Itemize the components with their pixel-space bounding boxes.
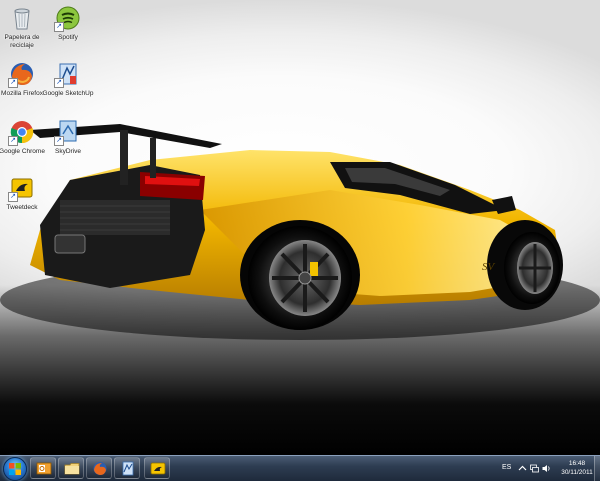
tweetdeck-icon bbox=[150, 462, 166, 475]
chrome-icon: ↗ bbox=[8, 118, 36, 146]
taskbar: ES 16:48 30/11/2011 bbox=[0, 455, 600, 481]
show-hidden-icons-icon[interactable] bbox=[518, 464, 527, 473]
firefox-icon: ↗ bbox=[8, 60, 36, 88]
taskbar-outlook-button[interactable] bbox=[30, 457, 56, 479]
show-desktop-button[interactable] bbox=[594, 456, 600, 481]
taskbar-firefox-button[interactable] bbox=[86, 457, 112, 479]
shortcut-arrow-icon: ↗ bbox=[8, 192, 18, 202]
shortcut-arrow-icon: ↗ bbox=[54, 22, 64, 32]
sketchup-icon: ↗ bbox=[54, 60, 82, 88]
taskbar-explorer-button[interactable] bbox=[58, 457, 84, 479]
windows-logo-icon bbox=[9, 463, 21, 475]
desktop-icon-label: Spotify bbox=[58, 34, 78, 41]
taskbar-tweetdeck-button[interactable] bbox=[144, 457, 170, 479]
recycle-bin-icon bbox=[8, 4, 36, 32]
taskbar-clock[interactable]: 16:48 30/11/2011 bbox=[558, 459, 596, 477]
language-indicator[interactable]: ES bbox=[502, 464, 511, 471]
shortcut-arrow-icon: ↗ bbox=[8, 78, 18, 88]
desktop-icon-skydrive[interactable]: ↗ SkyDrive bbox=[38, 118, 98, 156]
desktop-icon-tweetdeck[interactable]: ↗ Tweetdeck bbox=[0, 174, 52, 212]
desktop-icon-label: Google SketchUp bbox=[42, 90, 94, 97]
volume-icon[interactable] bbox=[542, 464, 551, 473]
desktop-icon-spotify[interactable]: ↗ Spotify bbox=[38, 4, 98, 42]
system-tray: ES 16:48 30/11/2011 bbox=[500, 456, 600, 481]
desktop-icon-sketchup[interactable]: ↗ Google SketchUp bbox=[38, 60, 98, 98]
desktop-icon-label: SkyDrive bbox=[54, 148, 81, 155]
network-icon[interactable] bbox=[530, 464, 539, 473]
clock-date: 30/11/2011 bbox=[561, 469, 593, 476]
sketchup-icon bbox=[122, 461, 134, 476]
taskbar-sketchup-button[interactable] bbox=[114, 457, 140, 479]
desktop-icon-label: Tweetdeck bbox=[6, 204, 38, 211]
spotify-icon: ↗ bbox=[54, 4, 82, 32]
folder-icon bbox=[64, 463, 80, 475]
tweetdeck-icon: ↗ bbox=[8, 174, 36, 202]
skydrive-icon: ↗ bbox=[54, 118, 82, 146]
start-button[interactable] bbox=[3, 457, 27, 481]
svg-text:SV: SV bbox=[482, 261, 496, 273]
outlook-icon bbox=[36, 462, 52, 475]
shortcut-arrow-icon: ↗ bbox=[54, 78, 64, 88]
shortcut-arrow-icon: ↗ bbox=[54, 136, 64, 146]
firefox-icon bbox=[93, 462, 107, 475]
shortcut-arrow-icon: ↗ bbox=[8, 136, 18, 146]
clock-time: 16:48 bbox=[568, 460, 586, 467]
desktop-screen: SV Papelera de reciclaje ↗ Spotify ↗ Moz… bbox=[0, 0, 600, 481]
